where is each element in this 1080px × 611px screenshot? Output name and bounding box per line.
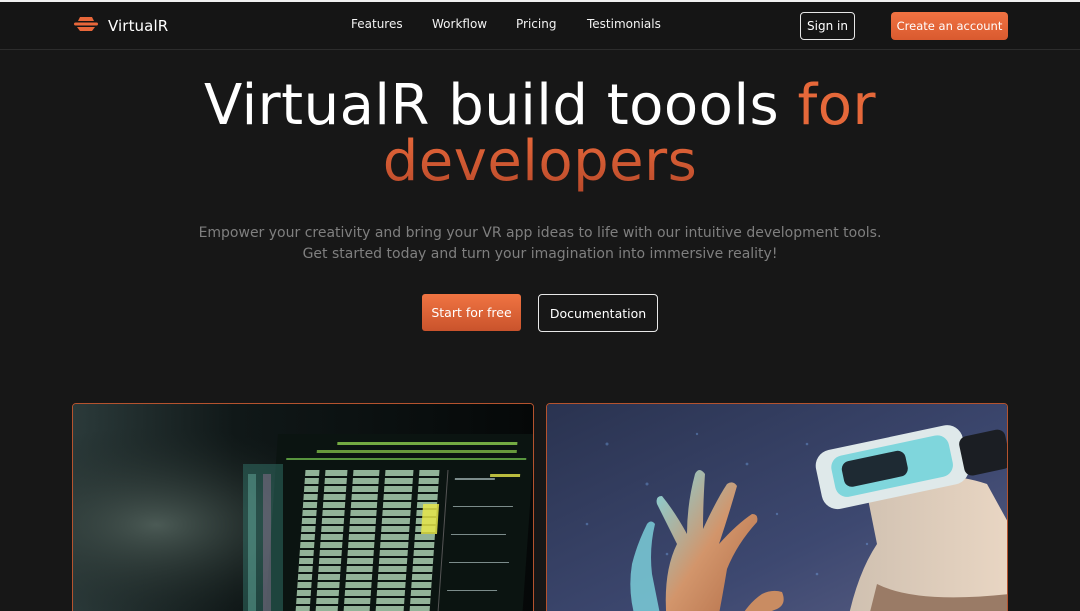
terminal-image xyxy=(73,404,533,611)
brand[interactable]: VirtualR xyxy=(73,14,168,38)
hero-title-accent: for xyxy=(797,73,876,138)
logo-icon xyxy=(73,15,99,37)
hero-subtitle-line1: Empower your creativity and bring your V… xyxy=(198,225,882,241)
hero-subtitle-line2: Get started today and turn your imaginat… xyxy=(302,246,778,262)
start-for-free-button[interactable]: Start for free xyxy=(422,294,521,331)
brand-name: VirtualR xyxy=(108,17,169,35)
nav-testimonials[interactable]: Testimonials xyxy=(587,17,661,31)
create-account-button[interactable]: Create an account xyxy=(891,12,1008,40)
nav-workflow[interactable]: Workflow xyxy=(432,17,487,31)
hero-subtitle: Empower your creativity and bring your V… xyxy=(0,223,1080,265)
vr-headset-image xyxy=(547,404,1007,611)
nav-features[interactable]: Features xyxy=(351,17,403,31)
terminal-image-card xyxy=(72,403,534,611)
top-navbar: VirtualR Features Workflow Pricing Testi… xyxy=(0,2,1080,50)
hero-title-accent-line2: developers xyxy=(382,129,698,194)
vr-headset-image-card xyxy=(546,403,1008,611)
sign-in-button[interactable]: Sign in xyxy=(800,12,855,40)
nav-pricing[interactable]: Pricing xyxy=(516,17,556,31)
documentation-button[interactable]: Documentation xyxy=(538,294,658,332)
hero-title: VirtualR build toools for developers xyxy=(0,78,1080,190)
